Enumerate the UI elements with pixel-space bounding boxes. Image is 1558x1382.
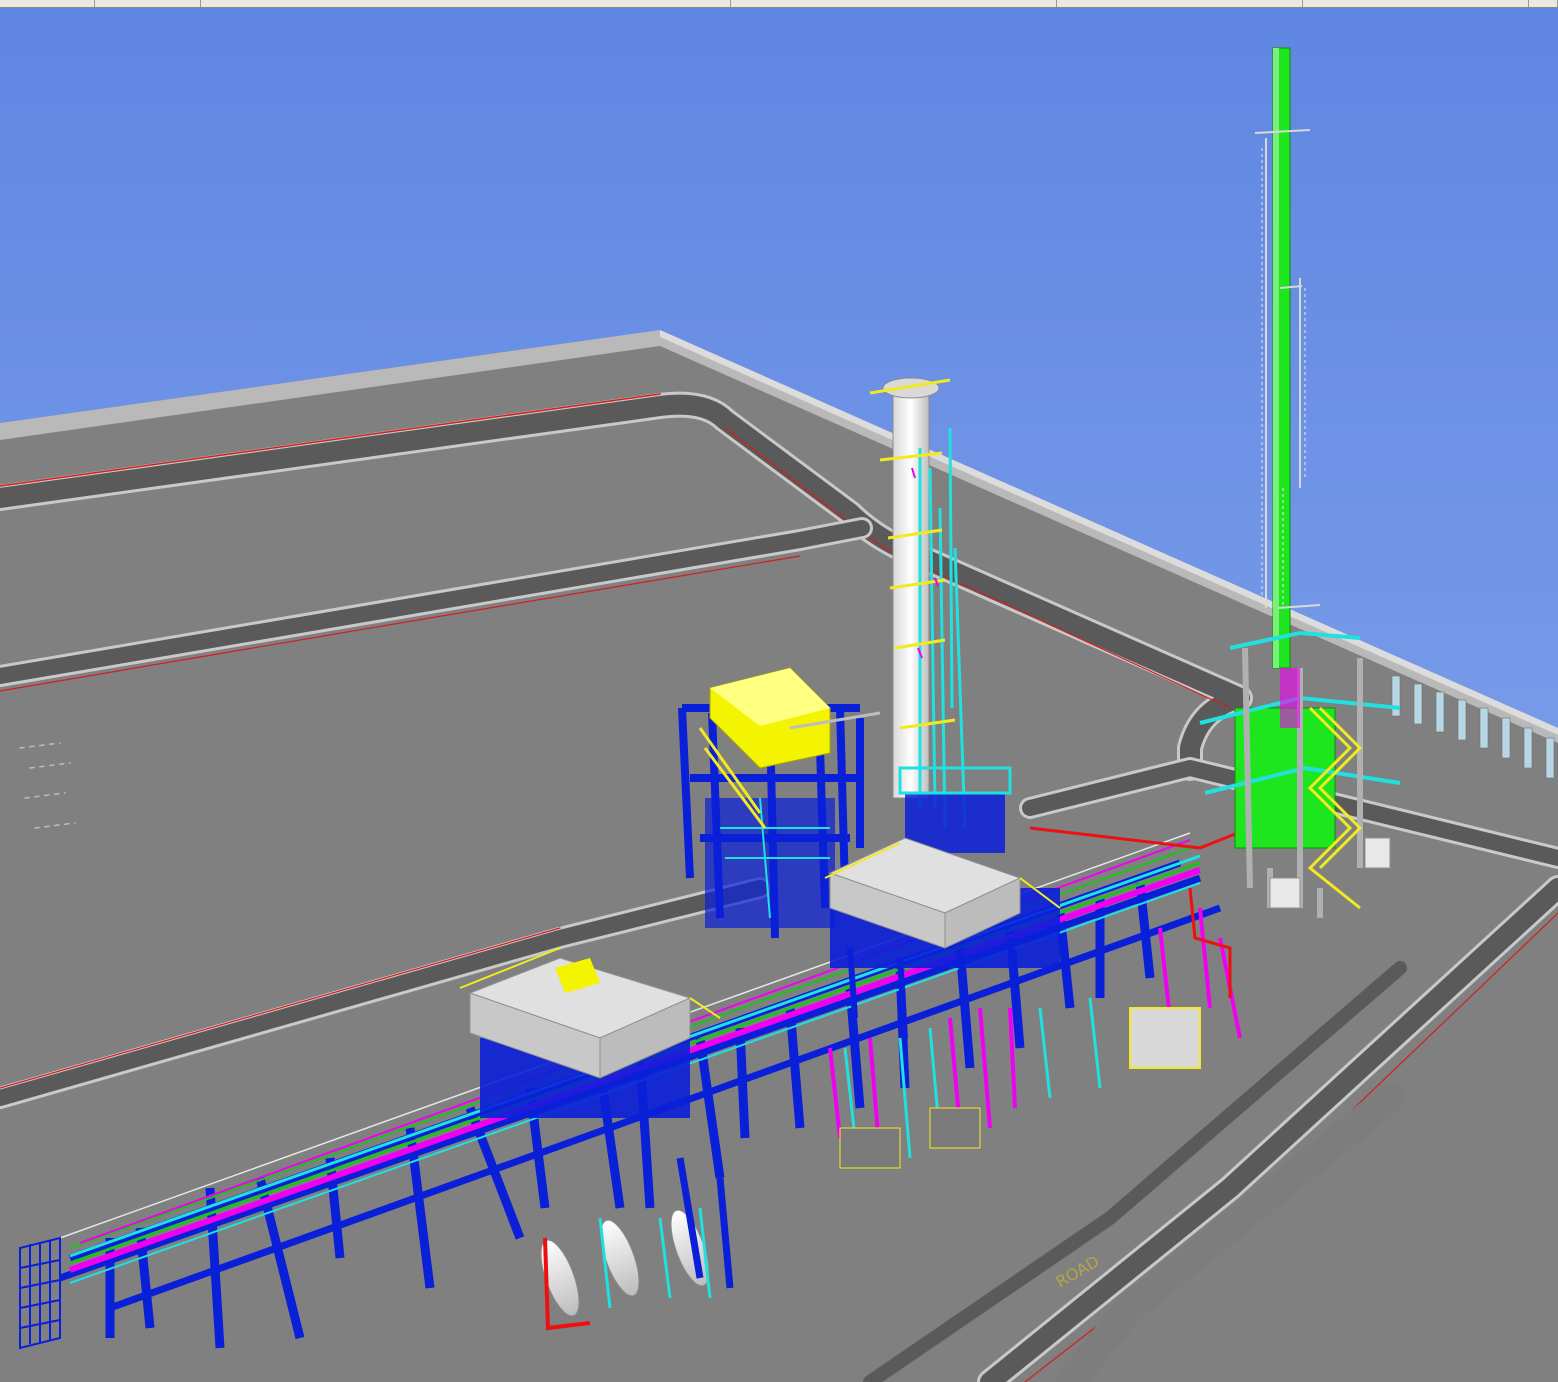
toolbar-strip [0,0,1558,8]
application-window: ROAD [0,0,1558,1382]
toolbar-segment[interactable] [1529,0,1558,7]
toolbar-segment[interactable] [201,0,731,7]
toolbar-segment[interactable] [731,0,1057,7]
toolbar-segment[interactable] [1057,0,1303,7]
toolbar-segment[interactable] [0,0,95,7]
toolbar-segment[interactable] [95,0,201,7]
toolbar-segment[interactable] [1303,0,1529,7]
3d-viewport[interactable]: ROAD [0,8,1558,1382]
